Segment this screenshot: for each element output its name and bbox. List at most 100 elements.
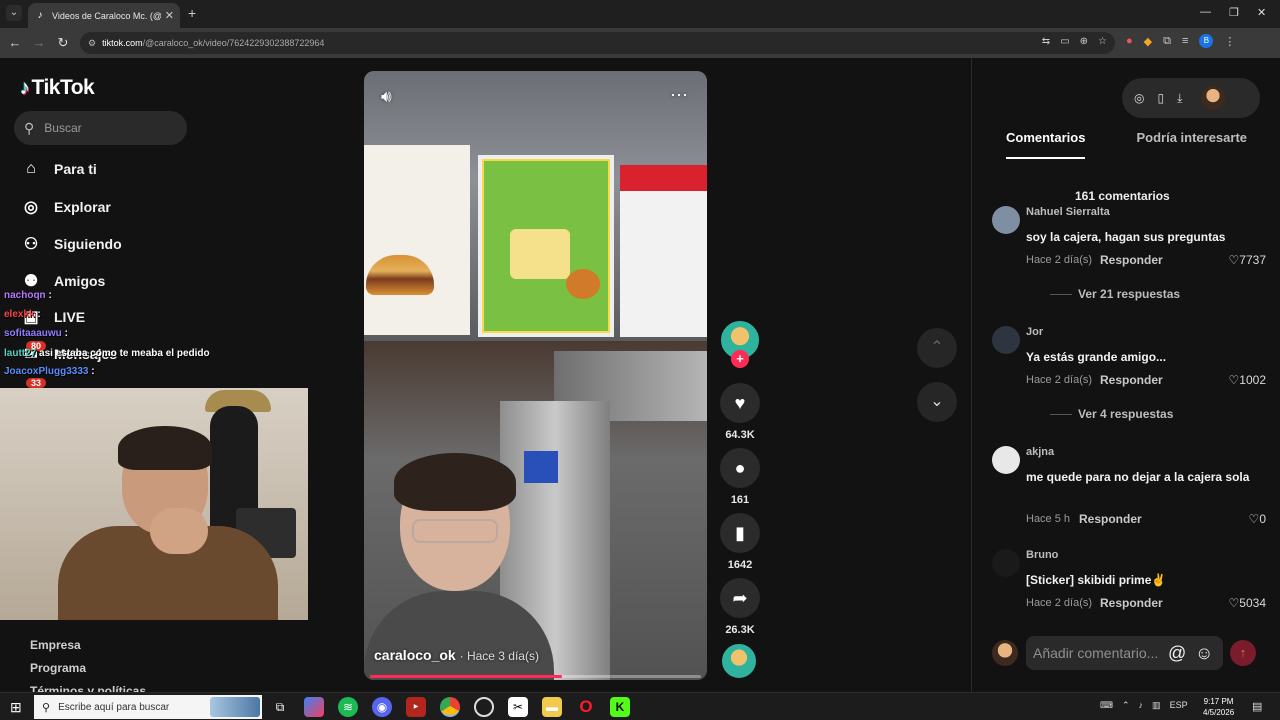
previous-video-button[interactable]: ⌃ xyxy=(917,328,957,368)
opera-icon[interactable]: O xyxy=(576,697,596,717)
comment-username[interactable]: Nahuel Sierralta xyxy=(1026,206,1110,218)
comment-count-label: 161 comentarios xyxy=(1075,189,1170,203)
comment-username[interactable]: Bruno xyxy=(1026,549,1058,561)
comment-like[interactable]: ♡7737 xyxy=(1229,253,1266,267)
tab-podria-interesarte[interactable]: Podría interesarte xyxy=(1136,130,1247,159)
comment-like[interactable]: ♡5034 xyxy=(1229,596,1266,610)
copilot-icon[interactable] xyxy=(304,697,324,717)
zoom-icon[interactable]: ⊕ xyxy=(1080,36,1088,47)
reload-button[interactable]: ↻ xyxy=(55,35,71,51)
speaker-icon[interactable]: ♪ xyxy=(1139,700,1144,711)
windows-start-icon[interactable]: ⊞ xyxy=(10,699,22,716)
reply-button[interactable]: Responder xyxy=(1100,373,1163,387)
keyboard-icon[interactable]: ⌨ xyxy=(1100,700,1113,711)
comment-like-count: 0 xyxy=(1259,512,1266,526)
emoji-icon[interactable]: ☺ xyxy=(1195,643,1213,664)
sidebar-item-label: Para ti xyxy=(54,161,97,177)
tiktok-logo[interactable]: ♪ TikTok xyxy=(20,76,95,100)
share-button[interactable]: ➦ xyxy=(720,578,760,618)
view-replies-button[interactable]: Ver 4 respuestas xyxy=(1050,407,1173,421)
forward-button[interactable]: → xyxy=(31,35,47,50)
mention-icon[interactable]: @ xyxy=(1168,643,1186,664)
menu-board-right xyxy=(620,165,707,337)
url-host: tiktok.com xyxy=(102,38,143,48)
save-button[interactable]: ▮ xyxy=(720,513,760,553)
tab-search-button[interactable]: ⌄ xyxy=(6,5,22,21)
search-input[interactable]: ⚲ Buscar xyxy=(14,111,187,145)
video-progress-bar[interactable] xyxy=(370,675,701,678)
extensions-puzzle-icon[interactable]: ⧉ xyxy=(1163,35,1171,48)
volume-icon[interactable]: 🔊︎ xyxy=(381,87,392,107)
download-icon[interactable]: ⤓ xyxy=(1177,91,1182,106)
chat-text: : xyxy=(91,366,95,377)
taskbar-search[interactable]: ⚲ Escribe aquí para buscar xyxy=(34,695,262,719)
user-avatar[interactable] xyxy=(1201,86,1226,110)
capcut-icon[interactable]: ✂ xyxy=(508,697,528,717)
chevron-up-icon[interactable]: ⌃ xyxy=(1122,700,1130,711)
comment-avatar[interactable] xyxy=(992,549,1020,577)
tiktok-page: ♪ TikTok ⚲ Buscar ⌂ Para ti ◎ Explorar ⚇… xyxy=(0,58,1280,692)
comment-like[interactable]: ♡1002 xyxy=(1229,373,1266,387)
reading-list-icon[interactable]: ≡ xyxy=(1182,35,1188,47)
next-video-button[interactable]: ⌄ xyxy=(917,382,957,422)
video-player[interactable]: 🔊︎ ⋯ caraloco_ok · Hace 3 día(s) xyxy=(364,71,707,680)
compass-icon[interactable]: ◎ xyxy=(1134,91,1144,105)
like-button[interactable]: ♥ xyxy=(720,383,760,423)
comment-avatar[interactable] xyxy=(992,326,1020,354)
send-comment-button[interactable]: ↑ xyxy=(1230,640,1256,666)
translate-icon[interactable]: ⇆ xyxy=(1042,36,1050,47)
follow-button[interactable]: + xyxy=(731,350,749,368)
sidebar-item-para-ti[interactable]: ⌂ Para ti xyxy=(20,160,97,178)
reply-button[interactable]: Responder xyxy=(1100,253,1163,267)
comment-avatar[interactable] xyxy=(992,446,1020,474)
obs-icon[interactable] xyxy=(474,697,494,717)
close-window-button[interactable]: ✕ xyxy=(1257,6,1266,19)
video-author[interactable]: caraloco_ok xyxy=(374,647,456,663)
file-explorer-icon[interactable]: ▬ xyxy=(542,697,562,717)
reply-button[interactable]: Responder xyxy=(1079,512,1142,526)
comment-input[interactable]: Añadir comentario... @ ☺ xyxy=(1026,636,1223,670)
task-view-icon[interactable]: ⧉ xyxy=(270,697,290,717)
browser-tab[interactable]: ♪ Videos de Caraloco Mc. (@cara ✕ xyxy=(28,3,180,28)
site-info-icon[interactable]: ⚙ xyxy=(88,38,96,49)
phone-icon[interactable]: ▯ xyxy=(1157,91,1164,105)
new-tab-button[interactable]: + xyxy=(188,5,196,21)
more-options-icon[interactable]: ⋯ xyxy=(670,85,688,106)
bookmark-star-icon[interactable]: ☆ xyxy=(1098,36,1107,47)
browser-menu-icon[interactable]: ⋮ xyxy=(1224,35,1235,48)
profile-avatar[interactable]: B xyxy=(1199,34,1214,48)
comment-username[interactable]: akjna xyxy=(1026,446,1054,458)
back-button[interactable]: ← xyxy=(7,35,23,50)
comment-username[interactable]: Jor xyxy=(1026,326,1043,338)
footer-link[interactable]: Empresa xyxy=(30,634,146,657)
tab-comentarios[interactable]: Comentarios xyxy=(1006,130,1086,159)
video-editor-icon[interactable]: ▶ xyxy=(406,697,426,717)
chrome-icon[interactable] xyxy=(440,697,460,717)
network-icon[interactable]: ▥ xyxy=(1152,700,1161,711)
heart-icon: ♡ xyxy=(1228,373,1240,387)
reply-button[interactable]: Responder xyxy=(1100,596,1163,610)
spotify-icon[interactable]: ≋ xyxy=(338,697,358,717)
comment-like[interactable]: ♡0 xyxy=(1249,512,1266,526)
cast-icon[interactable]: ▭ xyxy=(1060,36,1069,47)
comment-avatar[interactable] xyxy=(992,206,1020,234)
footer-link[interactable]: Programa xyxy=(30,657,146,680)
extension-icon[interactable]: ◆ xyxy=(1144,35,1152,48)
video-scene-kitchen xyxy=(364,341,707,680)
extension-icon[interactable]: ● xyxy=(1126,35,1133,47)
kick-icon[interactable]: K xyxy=(610,697,630,717)
notification-icon[interactable]: ▤ xyxy=(1252,700,1262,713)
footer-link[interactable]: Términos y políticas xyxy=(30,680,146,692)
sidebar-item-explorar[interactable]: ◎ Explorar xyxy=(20,197,111,217)
minimize-button[interactable]: — xyxy=(1200,6,1211,18)
close-tab-icon[interactable]: ✕ xyxy=(165,9,174,22)
taskbar-clock[interactable]: 9:17 PM 4/5/2026 xyxy=(1203,696,1234,718)
view-replies-button[interactable]: Ver 21 respuestas xyxy=(1050,287,1180,301)
discord-icon[interactable]: ◉ xyxy=(372,697,392,717)
url-bar[interactable]: ⚙ tiktok.com/@caraloco_ok/video/76242293… xyxy=(80,32,1115,54)
sound-disc-avatar[interactable] xyxy=(721,643,757,679)
comment-button[interactable]: ● xyxy=(720,448,760,488)
restore-button[interactable]: ❐ xyxy=(1229,6,1239,19)
sidebar-item-siguiendo[interactable]: ⚇ Siguiendo xyxy=(20,234,122,254)
language-indicator[interactable]: ESP xyxy=(1170,700,1188,711)
